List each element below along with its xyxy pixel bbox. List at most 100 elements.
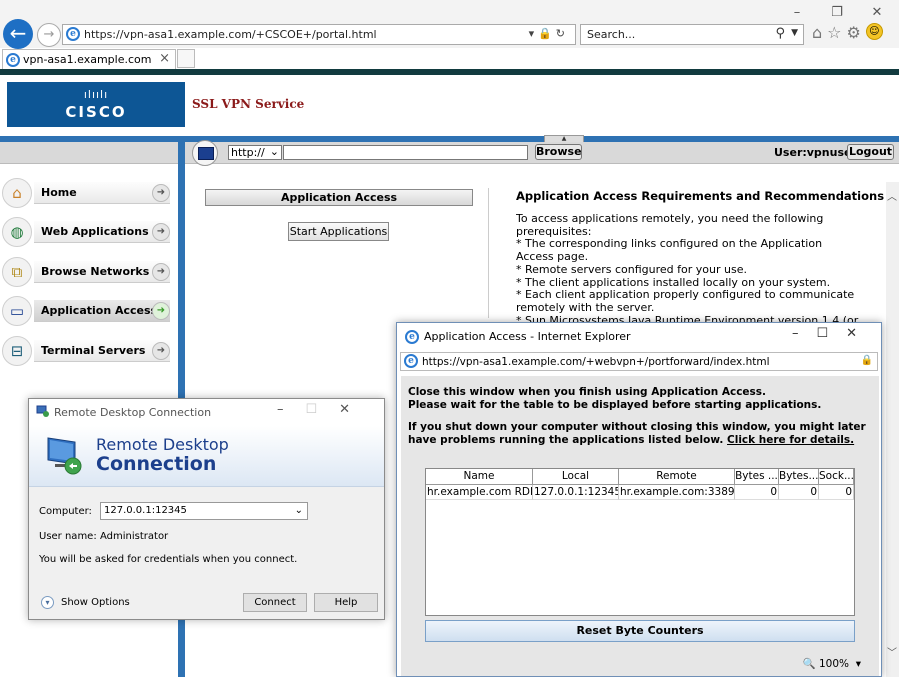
new-tab-button[interactable] (177, 49, 195, 68)
back-button[interactable]: ← (3, 19, 33, 49)
sidebar-item-label: Terminal Servers (34, 340, 170, 362)
address-actions-icon[interactable]: ▾🔒↻ (529, 27, 569, 40)
warning-text: If you shut down your computer without c… (408, 421, 868, 446)
address-text: https://vpn-asa1.example.com/+CSCOE+/por… (84, 28, 377, 41)
column-header-local[interactable]: Local (533, 469, 619, 485)
remote-desktop-logo (47, 437, 82, 475)
sidebar-item-label: Web Applications (34, 221, 170, 243)
browser-tab[interactable]: e vpn-asa1.example.com × (2, 49, 176, 69)
requirements-line: To access applications remotely, you nee… (516, 213, 824, 238)
column-header-bytes-out[interactable]: Bytes ... (735, 469, 779, 485)
start-applications-button[interactable]: Start Applications (288, 222, 389, 241)
cisco-logo: ılıılı CISCO (7, 82, 185, 127)
popup-address-bar[interactable]: e https://vpn-asa1.example.com/+webvpn+/… (400, 352, 878, 371)
column-header-sockets[interactable]: Sock... (819, 469, 854, 485)
logout-button[interactable]: Logout (847, 144, 894, 160)
ie-window-icon: e (405, 330, 419, 344)
window-controls[interactable]: –☐✕ (277, 402, 372, 417)
rdp-form: Computer: 127.0.0.1:12345 ⌄ User name: A… (29, 487, 384, 619)
popup-content: Close this window when you finish using … (401, 376, 879, 676)
connect-button[interactable]: Connect (243, 593, 307, 612)
rdp-app-icon (36, 405, 49, 417)
column-header-name[interactable]: Name (426, 469, 533, 485)
username-label: User name: (39, 531, 97, 542)
toolbar-icons: ⌂☆⚙ ☺ (812, 23, 883, 42)
table-cell: 0 (819, 485, 854, 500)
arrow-right-icon: ➜ (152, 302, 170, 320)
home-icon[interactable]: ⌂ (812, 23, 827, 42)
chevron-down-icon: ▾ (855, 658, 861, 670)
remote-desktop-window: Remote Desktop Connection –☐✕ Remote Des… (28, 398, 385, 620)
sidebar-item-web-applications[interactable]: ◍ Web Applications ➜ (0, 215, 175, 249)
favorites-icon[interactable]: ☆ (827, 23, 846, 42)
chevron-down-circle-icon[interactable]: ▾ (41, 596, 54, 609)
sidebar-item-home[interactable]: ⌂ Home ➜ (0, 176, 175, 210)
requirements-text: To access applications remotely, you nee… (516, 213, 861, 323)
window-controls[interactable]: –☐✕ (792, 326, 875, 341)
browse-button[interactable]: Browse (535, 144, 582, 160)
sidebar-item-browse-networks[interactable]: ⧉ Browse Networks ➜ (0, 255, 175, 289)
table-cell: hr.example.com:3389 (619, 485, 735, 500)
ie-page-icon: e (66, 27, 80, 41)
details-link[interactable]: Click here for details. (727, 434, 854, 446)
tab-title: vpn-asa1.example.com (23, 53, 152, 66)
address-bar[interactable]: e https://vpn-asa1.example.com/+CSCOE+/p… (62, 24, 576, 45)
computer-combobox[interactable]: 127.0.0.1:12345 ⌄ (100, 502, 308, 520)
reset-byte-counters-button[interactable]: Reset Byte Counters (425, 620, 855, 642)
zoom-control[interactable]: 🔍 100% ▾ (803, 657, 861, 670)
show-options-link[interactable]: Show Options (61, 597, 130, 608)
minimize-icon[interactable]: – (782, 4, 812, 22)
minimize-icon[interactable]: – (792, 326, 817, 341)
protocol-select[interactable]: http:// ⌄ (228, 145, 282, 160)
zoom-level: 100% (819, 658, 850, 670)
help-button[interactable]: Help (314, 593, 378, 612)
url-entry-icon (192, 140, 218, 166)
window-title: Application Access - Internet Explorer (424, 330, 631, 343)
requirements-line: * Remote servers configured for your use… (516, 262, 747, 276)
forward-button[interactable]: → (37, 23, 61, 47)
main-scrollbar[interactable]: ︿ ﹀ (886, 182, 899, 677)
lock-icon[interactable]: 🔒 (861, 355, 873, 366)
column-divider (488, 188, 489, 318)
scroll-down-icon[interactable]: ﹀ (887, 644, 897, 659)
close-icon[interactable]: ✕ (339, 402, 372, 417)
chevron-down-icon[interactable]: ▼ (791, 28, 798, 38)
maximize-icon[interactable]: ☐ (305, 402, 339, 417)
sidebar-item-application-access[interactable]: ▭ Application Access ➜ (0, 294, 175, 328)
close-icon[interactable]: ✕ (862, 4, 892, 22)
sidebar-item-label: Home (34, 182, 170, 204)
computer-value: 127.0.0.1:12345 (104, 505, 187, 516)
table-cell: 0 (779, 485, 819, 500)
user-label: User:vpnuser (774, 146, 857, 159)
feedback-smiley-icon[interactable]: ☺ (865, 23, 883, 40)
requirements-line: * Each client application properly confi… (516, 288, 855, 314)
search-input[interactable]: Search... ⚲ ▼ (580, 24, 804, 45)
sidebar-item-terminal-servers[interactable]: ⊟ Terminal Servers ➜ (0, 334, 175, 368)
rdp-heading-line2: Connection (96, 453, 217, 475)
requirements-title: Application Access Requirements and Reco… (516, 189, 885, 203)
gear-icon[interactable]: ⚙ (847, 23, 866, 42)
chevron-down-icon[interactable]: ⌄ (295, 503, 303, 519)
scroll-up-icon[interactable]: ︿ (887, 188, 897, 203)
close-icon[interactable]: ✕ (846, 326, 875, 341)
column-header-bytes-in[interactable]: Bytes... (779, 469, 819, 485)
rdp-heading-line1: Remote Desktop (96, 435, 229, 454)
maximize-icon[interactable]: ☐ (816, 326, 846, 341)
port-forward-table: Name Local Remote Bytes ... Bytes... Soc… (425, 468, 855, 616)
application-access-window: e Application Access - Internet Explorer… (396, 322, 882, 677)
column-header-remote[interactable]: Remote (619, 469, 735, 485)
cisco-wordmark: CISCO (65, 103, 127, 121)
requirements-line: * The corresponding links configured on … (516, 237, 823, 264)
username-value: Administrator (100, 531, 169, 542)
arrow-right-icon: ➜ (152, 184, 170, 202)
search-icon[interactable]: ⚲ (775, 26, 785, 41)
arrow-right-icon: ➜ (152, 223, 170, 241)
minimize-icon[interactable]: – (277, 402, 306, 417)
close-tab-icon[interactable]: × (159, 51, 170, 66)
table-cell: 0 (735, 485, 779, 500)
restore-icon[interactable]: ❐ (822, 4, 852, 22)
home-icon: ⌂ (2, 178, 32, 208)
application-access-header: Application Access (205, 189, 473, 206)
protocol-value: http:// (231, 146, 265, 159)
url-input[interactable] (283, 145, 528, 160)
